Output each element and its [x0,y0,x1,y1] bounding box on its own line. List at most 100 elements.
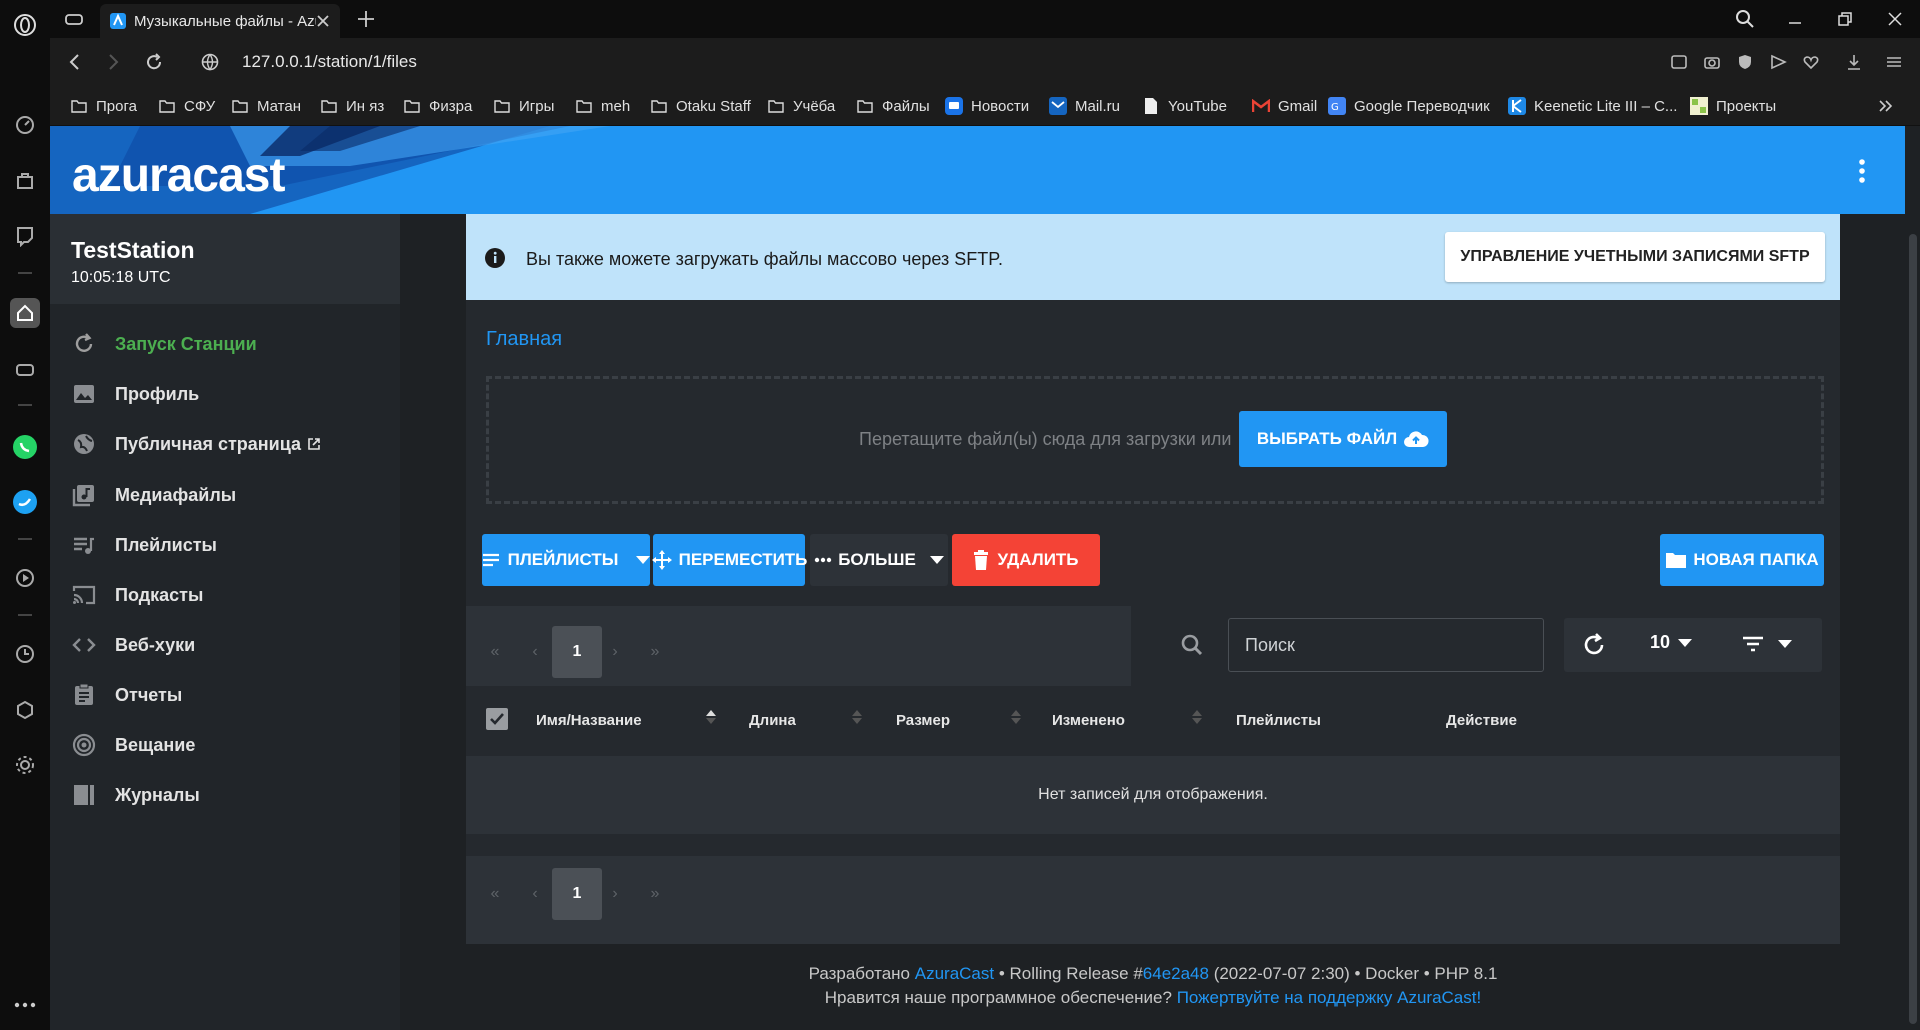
trash-icon [973,550,989,570]
restore-icon[interactable] [1825,0,1865,38]
nav-restart-station[interactable]: Запуск Станции [71,326,381,362]
select-all-checkbox[interactable] [486,708,508,730]
minimize-icon[interactable] [1775,0,1815,38]
sort-icon[interactable] [852,710,862,724]
speed-dial-icon[interactable] [10,110,40,140]
address-bar: 127.0.0.1/station/1/files [50,38,1920,86]
footer-donate-link[interactable]: Пожертвуйте на поддержку AzuraCast! [1177,988,1482,1007]
folder-icon [231,97,249,115]
select-file-button[interactable]: ВЫБРАТЬ ФАЙЛ [1239,411,1447,467]
bookmark-item[interactable]: Ин яз [320,94,384,118]
nav-reports[interactable]: Отчеты [71,677,381,713]
bookmark-item[interactable]: Keenetic Lite III – C... [1508,94,1677,118]
nav-media-files[interactable]: Медиафайлы [71,477,381,513]
pager-last[interactable]: » [630,868,680,920]
reload-icon[interactable] [144,52,164,72]
bookmark-item[interactable]: meh [575,94,630,118]
extensions-cube-icon[interactable] [10,695,40,725]
player-icon[interactable] [10,563,40,593]
back-icon[interactable] [65,52,85,72]
site-info-globe-icon[interactable] [200,52,220,72]
bookmark-item[interactable]: G Google Переводчик [1328,94,1490,118]
opera-logo-icon[interactable] [10,10,40,40]
download-icon[interactable] [1845,53,1863,71]
footer-commit-link[interactable]: 64e2a48 [1143,964,1209,983]
twitch-icon[interactable] [10,221,40,251]
delete-button[interactable]: УДАЛИТЬ [952,534,1100,586]
pager-last[interactable]: » [630,626,680,678]
nav-podcasts[interactable]: Подкасты [71,577,381,613]
bookmark-item[interactable]: Прога [70,94,137,118]
bookmark-item[interactable]: СФУ [158,94,215,118]
tab-menu-icon[interactable] [64,9,84,29]
bookmark-item[interactable]: Новости [945,94,1029,118]
bookmark-item[interactable]: Физра [403,94,472,118]
sort-asc-icon[interactable] [706,710,716,724]
history-icon[interactable] [10,639,40,669]
bookmark-item[interactable]: Mail.ru [1049,94,1120,118]
tab-bar: Музыкальные файлы - AzuraCast [50,0,1920,38]
column-modified[interactable]: Изменено [1052,712,1125,729]
playlist-icon [71,532,97,558]
bookmark-item[interactable]: YouTube [1142,94,1227,118]
refresh-icon[interactable] [1582,633,1606,657]
search-input[interactable] [1228,618,1544,672]
new-tab-icon[interactable] [355,8,377,30]
twitter-icon[interactable] [10,487,40,517]
breadcrumb-home[interactable]: Главная [486,328,562,351]
gamepad-icon[interactable] [10,355,40,385]
snapshot-icon[interactable] [1703,53,1721,71]
easy-setup-sliders-icon[interactable] [1885,53,1903,71]
nav-logs[interactable]: Журналы [71,777,381,813]
footer-azuracast-link[interactable]: AzuraCast [915,964,994,983]
nav-webhooks[interactable]: Веб-хуки [71,627,381,663]
header-menu-icon[interactable] [1850,156,1874,186]
move-button[interactable]: ПЕРЕМЕСТИТЬ [651,534,807,586]
bookmark-item[interactable]: Матан [231,94,301,118]
column-size[interactable]: Размер [896,712,950,729]
easy-setup-icon[interactable] [1670,53,1688,71]
bookmark-item[interactable]: Gmail [1252,94,1317,118]
azuracast-logo[interactable]: azuracast [72,148,285,203]
manage-sftp-button[interactable]: УПРАВЛЕНИЕ УЧЕТНЫМИ ЗАПИСЯМИ SFTP [1445,232,1825,282]
address-url[interactable]: 127.0.0.1/station/1/files [242,52,417,72]
nav-profile[interactable]: Профиль [71,376,381,412]
settings-gear-icon[interactable] [10,750,40,780]
tab-search-icon[interactable] [1725,0,1765,38]
forward-icon[interactable] [103,52,123,72]
bookmark-item[interactable]: Otaku Staff [650,94,751,118]
home-icon[interactable] [10,298,40,328]
sidebar-more-icon[interactable] [10,990,40,1020]
more-dropdown-button[interactable]: БОЛЬШЕ [810,534,948,586]
per-page-select[interactable]: 10 [1650,632,1693,653]
report-icon [71,682,97,708]
whatsapp-icon[interactable] [10,432,40,462]
nav-broadcasting[interactable]: Вещание [71,727,381,763]
send-icon[interactable] [1769,53,1787,71]
playlists-dropdown-button[interactable]: ПЛЕЙЛИСТЫ [482,534,651,586]
column-length[interactable]: Длина [749,712,796,729]
folder-icon [856,97,874,115]
close-window-icon[interactable] [1875,0,1915,38]
bag-icon[interactable] [10,166,40,196]
shield-icon[interactable] [1736,53,1754,71]
tab-close-icon[interactable] [316,14,330,28]
nav-public-page[interactable]: Публичная страница [71,426,381,462]
ellipsis-icon [814,557,832,563]
new-folder-button[interactable]: НОВАЯ ПАПКА [1660,534,1824,586]
bookmark-item[interactable]: Проекты [1690,94,1776,118]
tab-active[interactable]: Музыкальные файлы - AzuraCast [100,4,340,38]
nav-playlists[interactable]: Плейлисты [71,527,381,563]
bookmarks-overflow-icon[interactable] [1876,97,1894,115]
page-scrollbar[interactable] [1905,214,1920,1030]
column-filter-dropdown[interactable] [1742,635,1792,653]
scrollbar-thumb[interactable] [1909,234,1917,1024]
upload-dropzone[interactable]: Перетащите файл(ы) сюда для загрузки или… [486,376,1824,504]
bookmark-item[interactable]: Игры [493,94,554,118]
heart-icon[interactable] [1802,53,1820,71]
bookmark-item[interactable]: Учёба [767,94,835,118]
sort-icon[interactable] [1192,710,1202,724]
column-name[interactable]: Имя/Название [536,712,642,729]
sort-icon[interactable] [1011,710,1021,724]
bookmark-item[interactable]: Файлы [856,94,930,118]
